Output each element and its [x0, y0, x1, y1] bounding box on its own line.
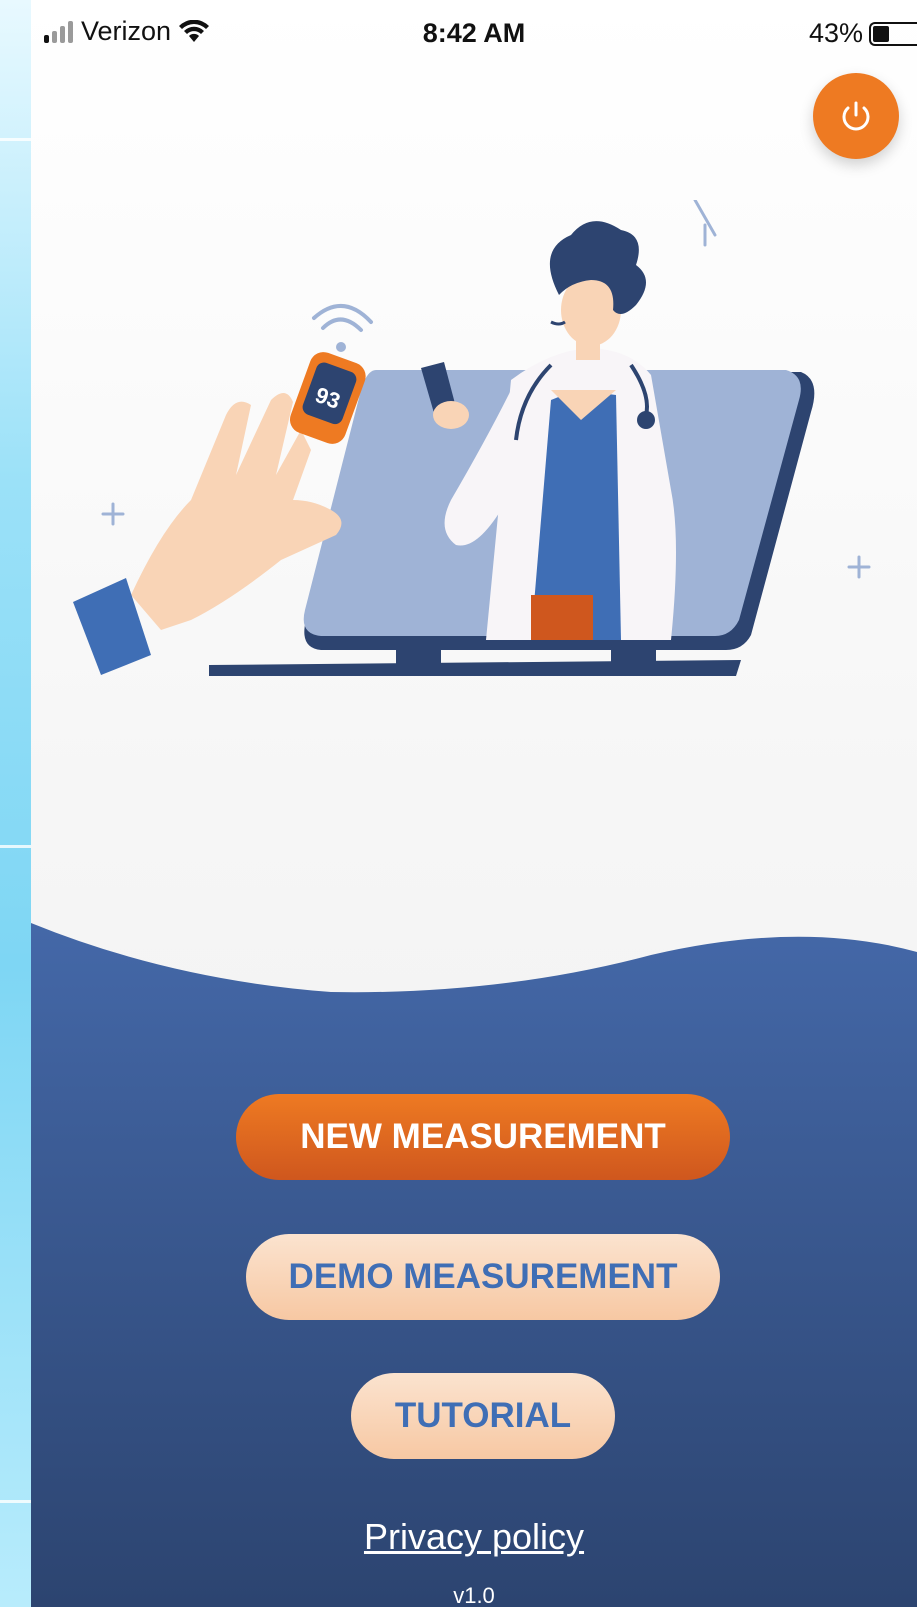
new-measurement-button[interactable]: NEW MEASUREMENT [236, 1094, 730, 1180]
background-edge [0, 0, 31, 1607]
battery-group: 43% [809, 18, 917, 49]
status-time: 8:42 AM [422, 18, 526, 48]
power-icon [842, 101, 870, 131]
wireless-signal-icon [312, 303, 373, 352]
app-version: v1.0 [453, 1583, 495, 1607]
battery-icon [869, 21, 917, 46]
privacy-policy-link[interactable]: Privacy policy [31, 1516, 917, 1558]
power-button[interactable] [813, 73, 899, 159]
status-bar: Verizon 8:42 AM 43% [31, 0, 917, 70]
tutorial-button[interactable]: TUTORIAL [351, 1373, 615, 1459]
demo-measurement-button[interactable]: DEMO MEASUREMENT [246, 1234, 720, 1320]
battery-percent: 43% [808, 18, 863, 48]
app-screen: Verizon 8:42 AM 43% 93 NEW MEASUREMENT D… [31, 0, 917, 1607]
doctor-telehealth-illustration: 93 [73, 200, 871, 676]
